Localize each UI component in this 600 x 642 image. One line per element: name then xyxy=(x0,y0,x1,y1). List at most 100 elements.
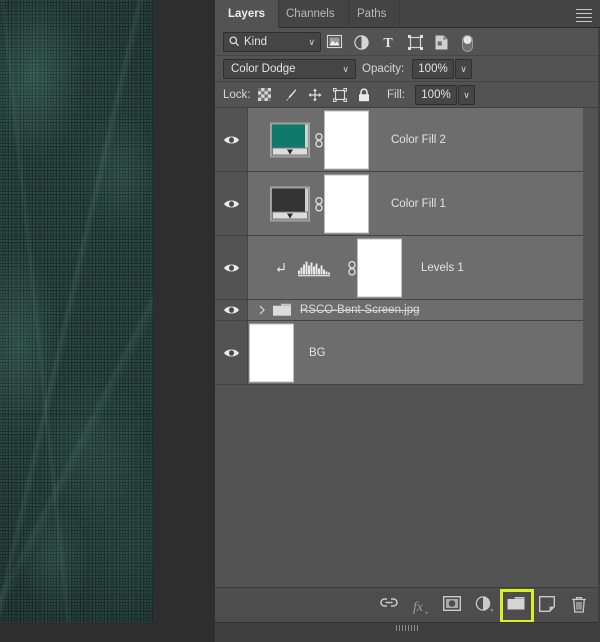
svg-text:fx: fx xyxy=(413,600,424,615)
lock-icon-group xyxy=(258,82,372,108)
link-icon[interactable] xyxy=(314,132,324,148)
tab-channels[interactable]: Channels xyxy=(273,0,349,28)
layer-action-buttons: fx xyxy=(379,588,591,623)
table-row[interactable]: BG xyxy=(215,321,583,385)
layer-name[interactable]: RSCO-Bent-Screen.jpg xyxy=(300,304,420,316)
new-group-button[interactable] xyxy=(500,588,534,623)
chevron-down-icon: ∨ xyxy=(342,64,349,74)
hamburger-menu-icon[interactable] xyxy=(576,9,592,22)
new-layer-button[interactable] xyxy=(539,595,559,616)
lock-position-icon[interactable] xyxy=(308,88,322,102)
lock-label: Lock: xyxy=(223,89,251,101)
layer-visibility-cell xyxy=(215,321,248,384)
delete-layer-button[interactable] xyxy=(571,596,591,616)
photoshop-window: Layers Channels Paths Kind ∨ T Color Dod… xyxy=(0,0,600,642)
tab-paths-label: Paths xyxy=(357,8,387,20)
layer-mask-thumbnail[interactable] xyxy=(324,174,369,233)
eye-icon[interactable] xyxy=(223,347,240,358)
eye-icon[interactable] xyxy=(223,134,240,145)
filter-kind-label: Kind xyxy=(244,36,268,48)
layers-list: Color Fill 2 Color Fill 1 Levels 1 RSCO-… xyxy=(215,108,600,586)
layer-name[interactable]: Levels 1 xyxy=(421,262,464,274)
link-icon[interactable] xyxy=(314,196,324,212)
tab-channels-label: Channels xyxy=(286,8,335,20)
canvas-status-bar xyxy=(0,622,215,642)
eye-icon[interactable] xyxy=(223,198,240,209)
canvas-image[interactable] xyxy=(0,0,153,622)
lock-artboard-nesting-icon[interactable] xyxy=(333,88,347,102)
layer-content: Color Fill 2 xyxy=(249,108,583,171)
layer-name[interactable]: Color Fill 2 xyxy=(391,134,446,146)
lock-row: Lock: Fill: 100% ∨ xyxy=(215,82,600,108)
panel-resize-grip[interactable] xyxy=(395,625,420,631)
tab-layers[interactable]: Layers xyxy=(215,0,280,28)
filter-type-layers-icon[interactable]: T xyxy=(381,35,396,51)
lock-all-icon[interactable] xyxy=(358,88,372,102)
layer-content: BG xyxy=(249,321,583,384)
opacity-value: 100% xyxy=(418,63,448,75)
blend-mode-row: Color Dodge ∨ Opacity: 100% ∨ xyxy=(215,56,600,82)
table-row[interactable]: Levels 1 xyxy=(215,236,583,300)
layer-content: Color Fill 1 xyxy=(249,172,583,235)
fill-swatch xyxy=(272,124,305,147)
layer-style-button[interactable]: fx xyxy=(411,596,431,616)
layer-mask-thumbnail[interactable] xyxy=(357,238,402,297)
thumbnail-shadow xyxy=(305,124,308,147)
link-layers-button[interactable] xyxy=(379,596,399,616)
search-icon xyxy=(229,36,240,48)
filter-shape-layers-icon[interactable] xyxy=(408,34,423,50)
layer-visibility-cell xyxy=(215,108,248,171)
link-icon[interactable] xyxy=(347,260,357,276)
table-row[interactable]: Color Fill 1 xyxy=(215,172,583,236)
layer-content: Levels 1 xyxy=(249,236,583,299)
blend-mode-select[interactable]: Color Dodge ∨ xyxy=(223,59,356,79)
table-row[interactable]: RSCO-Bent-Screen.jpg xyxy=(215,300,583,321)
tab-layers-label: Layers xyxy=(228,8,266,20)
layer-thumbnail[interactable] xyxy=(249,323,294,382)
folder-icon xyxy=(273,303,293,318)
layer-name[interactable]: Color Fill 1 xyxy=(391,198,446,210)
fill-slider-chevron-down-icon[interactable]: ∨ xyxy=(458,85,475,105)
layer-thumbnail[interactable] xyxy=(270,122,310,157)
filter-kind-select[interactable]: Kind ∨ xyxy=(223,32,321,52)
levels-histogram-icon[interactable] xyxy=(298,259,331,276)
svg-text:T: T xyxy=(383,36,393,51)
layer-name[interactable]: BG xyxy=(309,347,326,359)
filter-pixel-layers-icon[interactable] xyxy=(326,34,343,50)
filter-toggle-icon[interactable] xyxy=(462,34,477,52)
panel-tab-bar: Layers Channels Paths xyxy=(215,0,600,28)
fill-label: Fill: xyxy=(387,89,405,101)
thumbnail-slider xyxy=(272,211,308,219)
layer-mask-thumbnail[interactable] xyxy=(324,110,369,169)
layers-panel: Layers Channels Paths Kind ∨ T Color Dod… xyxy=(215,0,600,642)
blend-mode-value: Color Dodge xyxy=(231,63,296,75)
panel-footer xyxy=(215,622,600,642)
filter-icon-group: T xyxy=(326,28,477,56)
layer-thumbnail[interactable] xyxy=(270,186,310,221)
fill-input[interactable]: 100% xyxy=(415,85,457,105)
eye-icon[interactable] xyxy=(223,262,240,273)
filter-adjustment-layers-icon[interactable] xyxy=(354,34,369,50)
layer-content: RSCO-Bent-Screen.jpg xyxy=(249,300,583,320)
chevron-right-icon[interactable] xyxy=(258,305,266,315)
tab-paths[interactable]: Paths xyxy=(344,0,401,28)
thumbnail-shadow xyxy=(305,188,308,211)
lock-image-pixels-icon[interactable] xyxy=(283,88,297,102)
filter-smart-objects-icon[interactable] xyxy=(435,35,450,50)
layer-filter-row: Kind ∨ T xyxy=(215,28,600,56)
table-row[interactable]: Color Fill 2 xyxy=(215,108,583,172)
fill-swatch xyxy=(272,188,305,211)
layer-visibility-cell xyxy=(215,172,248,235)
fill-value: 100% xyxy=(421,89,451,101)
document-canvas-area xyxy=(0,0,215,642)
clipping-mask-arrow-icon xyxy=(276,262,286,274)
add-layer-mask-button[interactable] xyxy=(442,595,463,616)
opacity-input[interactable]: 100% xyxy=(412,59,454,79)
opacity-label: Opacity: xyxy=(362,63,405,75)
lock-transparent-pixels-icon[interactable] xyxy=(258,88,272,102)
opacity-slider-chevron-down-icon[interactable]: ∨ xyxy=(455,59,472,79)
new-adjustment-layer-button[interactable] xyxy=(475,595,495,616)
eye-icon[interactable] xyxy=(223,305,240,316)
layer-visibility-cell xyxy=(215,300,248,320)
layers-bottom-toolbar: fx xyxy=(215,587,600,623)
